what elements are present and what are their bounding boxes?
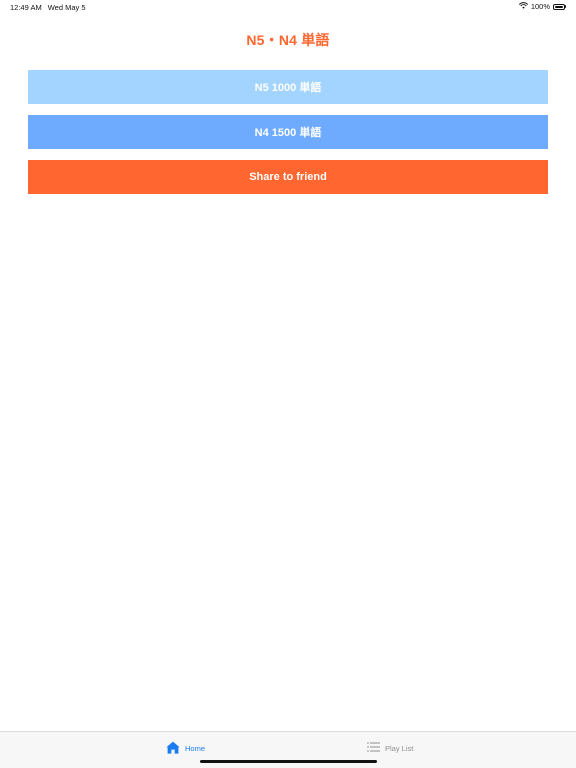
page-title: N5・N4 単語 <box>246 32 330 48</box>
status-right: 100% <box>518 2 566 11</box>
battery-icon <box>553 3 566 10</box>
wifi-icon <box>518 2 528 11</box>
n4-vocabulary-button[interactable]: N4 1500 単語 <box>28 115 548 149</box>
tab-home-label: Home <box>185 743 206 753</box>
status-time: 12:49 AM <box>10 3 42 12</box>
share-to-friend-button[interactable]: Share to friend <box>28 160 548 194</box>
battery-level-fill <box>555 5 563 8</box>
tab-home[interactable]: Home <box>166 740 205 756</box>
home-indicator <box>200 760 377 763</box>
tab-bar: Home Play List <box>0 731 576 768</box>
battery-percent: 100% <box>530 2 550 11</box>
status-bar: 12:49 AM Wed May 5 100% <box>0 0 576 14</box>
status-date: Wed May 5 <box>47 3 86 12</box>
n5-vocabulary-button[interactable]: N5 1000 単語 <box>28 70 548 104</box>
tab-play-list[interactable]: Play List <box>367 740 413 756</box>
home-icon <box>166 741 180 756</box>
tab-play-list-label: Play List <box>385 743 414 753</box>
status-left: 12:49 AM Wed May 5 <box>10 3 86 12</box>
list-icon <box>367 742 380 754</box>
